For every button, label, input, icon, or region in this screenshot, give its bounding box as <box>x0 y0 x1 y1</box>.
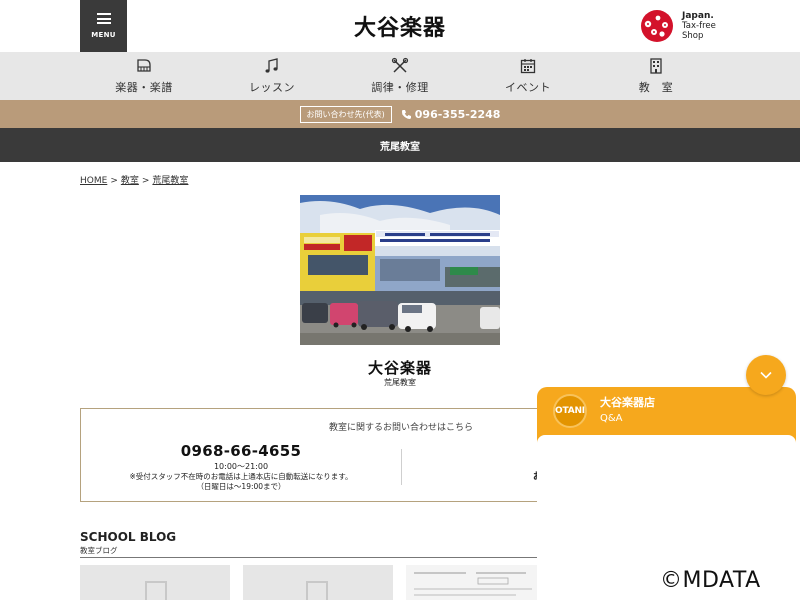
tools-icon <box>391 57 409 73</box>
hamburger-icon <box>96 13 111 24</box>
blog-card[interactable] <box>80 565 230 600</box>
inquiry-note: ※受付スタッフ不在時のお電話は上通本店に自動転送になります。 <box>129 472 353 481</box>
breadcrumb-separator: > <box>141 176 150 186</box>
blog-divider <box>80 557 540 558</box>
nav-label-events: イベント <box>505 81 551 94</box>
chat-header[interactable]: OTANI 大谷楽器店 Q&A <box>537 387 796 439</box>
chat-name: 大谷楽器店 <box>600 396 655 409</box>
menu-button[interactable]: MENU <box>80 0 127 52</box>
taxfree-line3: Shop <box>682 31 704 41</box>
contact-phone-link[interactable]: 096-355-2248 <box>401 107 501 121</box>
page-title: 荒尾教室 <box>0 128 800 162</box>
store-logo: 大谷楽器 <box>367 359 432 377</box>
blog-subtitle: 教室ブログ <box>80 546 118 555</box>
nav-item-instruments[interactable]: 楽器・楽譜 <box>80 52 208 100</box>
nav-item-tuning[interactable]: 調律・修理 <box>336 52 464 100</box>
nav-label-lessons: レッスン <box>249 81 295 94</box>
nav-item-classroom[interactable]: 教 室 <box>592 52 720 100</box>
chat-collapse-button[interactable] <box>746 355 786 395</box>
inquiry-note-sunday: （日曜日は～19:00まで） <box>196 482 286 491</box>
contact-tag: お問い合わせ先(代表) <box>299 105 392 123</box>
nav-item-events[interactable]: イベント <box>464 52 592 100</box>
blog-card[interactable] <box>406 565 540 600</box>
inquiry-phone-block: 0968-66-4655 10:00～21:00 ※受付スタッフ不在時のお電話は… <box>81 442 401 492</box>
music-note-icon <box>265 58 278 73</box>
phone-icon <box>401 109 411 119</box>
site-header: MENU 大谷楽器 Japan. Tax-free Shop <box>0 0 800 52</box>
contact-phone-number: 096-355-2248 <box>414 107 501 121</box>
inquiry-hours: 10:00～21:00 <box>213 462 269 471</box>
site-logo[interactable]: 大谷楽器 <box>348 12 452 41</box>
chat-subtitle: Q&A <box>600 413 623 424</box>
chevron-down-icon <box>760 371 772 379</box>
breadcrumb-current[interactable]: 荒尾教室 <box>152 176 188 186</box>
inquiry-phone[interactable]: 0968-66-4655 <box>81 442 401 460</box>
nav-item-lessons[interactable]: レッスン <box>208 52 336 100</box>
store-name: 荒尾教室 <box>384 378 416 387</box>
document-thumbnail <box>406 565 540 600</box>
contact-bar: お問い合わせ先(代表) 096-355-2248 <box>0 100 800 128</box>
nav-label-classroom: 教 室 <box>638 81 674 94</box>
inquiry-divider <box>401 449 402 485</box>
taxfree-line2: Tax-free <box>682 21 716 31</box>
calendar-icon <box>520 59 536 74</box>
building-icon <box>650 58 662 74</box>
breadcrumb-classroom[interactable]: 教室 <box>121 176 139 186</box>
image-placeholder-icon <box>243 565 393 600</box>
store-photo <box>300 195 500 345</box>
blog-card[interactable] <box>243 565 393 600</box>
tax-free-badge[interactable]: Japan. Tax-free Shop <box>638 8 728 44</box>
blog-title: SCHOOL BLOG <box>80 530 177 544</box>
image-placeholder-icon <box>80 565 230 600</box>
main-nav: 楽器・楽譜 レッスン 調律・修理 イベント 教 室 <box>0 52 800 100</box>
breadcrumb-separator: > <box>110 176 118 186</box>
nav-label-tuning: 調律・修理 <box>371 81 429 94</box>
cherry-blossom-icon <box>641 10 673 42</box>
piano-icon <box>137 59 151 72</box>
chat-avatar: OTANI <box>553 394 587 428</box>
breadcrumb: HOME > 教室 > 荒尾教室 <box>80 173 188 186</box>
watermark: ©MDATA <box>660 568 761 593</box>
nav-label-instruments: 楽器・楽譜 <box>115 81 173 94</box>
menu-label: MENU <box>91 31 116 39</box>
breadcrumb-home[interactable]: HOME <box>80 176 107 186</box>
taxfree-line1: Japan. <box>682 11 714 21</box>
